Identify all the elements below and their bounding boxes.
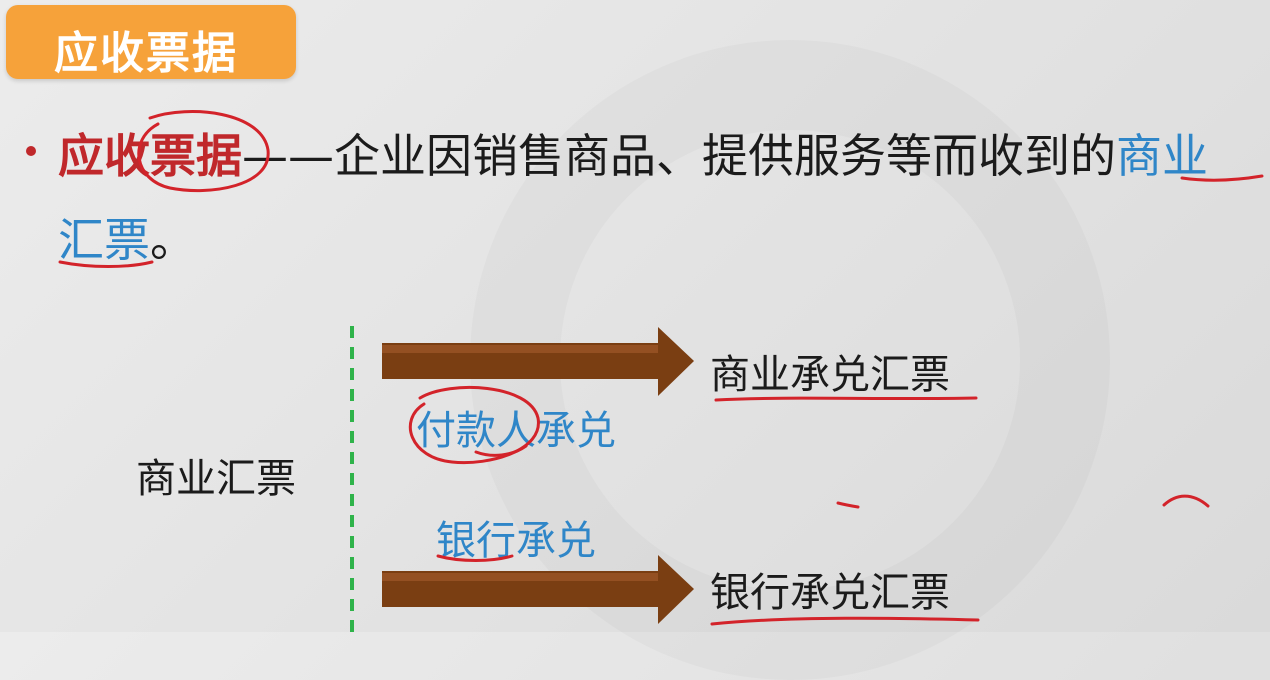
upper-arrow — [382, 327, 694, 396]
highlight-underline-1 — [1180, 174, 1264, 182]
lower-underline — [710, 616, 980, 626]
condition-underline — [436, 554, 514, 562]
dash-mark-1 — [836, 501, 860, 509]
condition-tick — [474, 444, 528, 457]
upper-underline — [714, 396, 978, 402]
diagram-graphics — [58, 110, 1264, 632]
lower-arrow — [382, 555, 694, 624]
highlight-underline-2 — [58, 260, 154, 268]
dash-mark-2 — [1162, 494, 1210, 508]
term-circle — [137, 110, 270, 192]
